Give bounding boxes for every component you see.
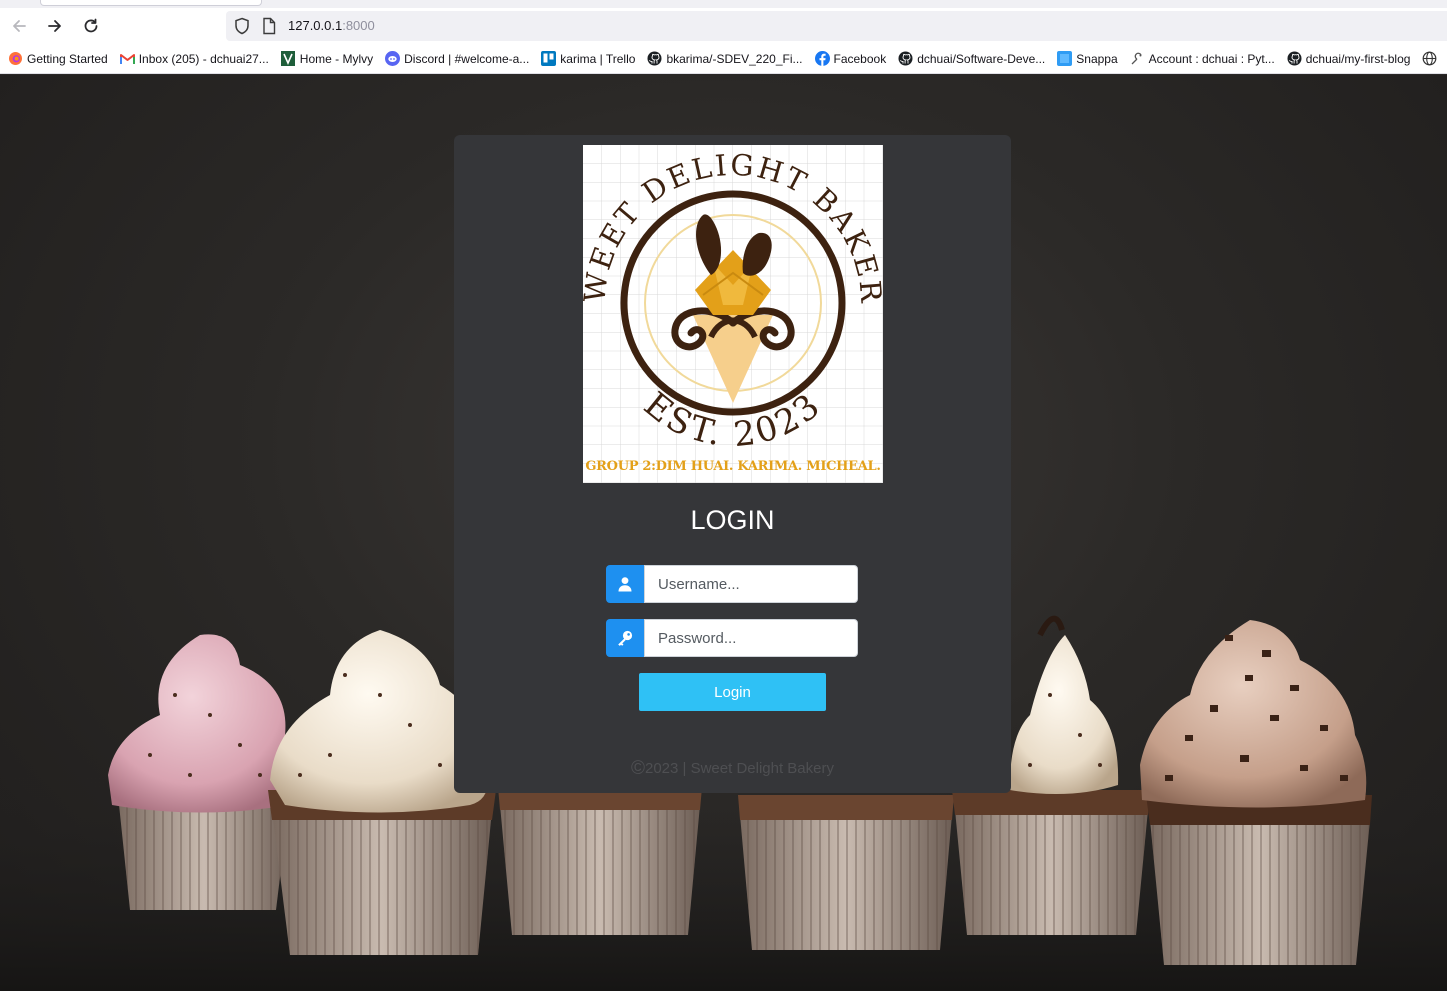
copyright-text: 2023 | Sweet Delight Bakery [644, 760, 834, 777]
login-card: SWEET DELIGHT BAKERY EST. 2023 GR [454, 135, 1011, 793]
password-input[interactable] [644, 619, 858, 657]
bookmark-label: Snappa [1076, 51, 1118, 66]
trello-icon [541, 51, 557, 66]
reload-button[interactable] [80, 15, 102, 37]
bookmark-label: Facebook [833, 51, 887, 66]
forward-button[interactable] [44, 15, 66, 37]
login-button[interactable]: Login [639, 673, 826, 711]
bookmark-snappa[interactable]: Snappa [1057, 51, 1118, 66]
reload-icon [84, 18, 98, 33]
github-icon [898, 51, 913, 66]
key-icon [618, 630, 633, 646]
password-addon [606, 619, 644, 657]
discord-icon [385, 51, 401, 66]
address-bar[interactable]: 127.0.0.1:8000 [226, 11, 1447, 41]
copyright-symbol: © [630, 758, 645, 779]
bookmark-overflow[interactable] [1422, 51, 1441, 66]
bookmark-label: Discord | #welcome-a... [404, 51, 530, 66]
tab-strip [0, 0, 1447, 8]
mylvy-icon [281, 51, 296, 66]
facebook-icon [814, 51, 830, 66]
url-text[interactable]: 127.0.0.1:8000 [288, 18, 375, 33]
password-field [606, 619, 858, 657]
username-addon [606, 565, 644, 603]
bookmark-getting-started[interactable]: Getting Started [8, 51, 108, 66]
username-input[interactable] [644, 565, 858, 603]
bookmark-label: Getting Started [27, 51, 108, 66]
username-field [606, 565, 858, 603]
arrow-right-icon [48, 20, 61, 32]
arrow-left-icon [13, 20, 26, 32]
gmail-icon [119, 51, 135, 66]
tracking-protection-icon[interactable] [234, 17, 250, 39]
user-icon [618, 577, 632, 592]
login-page-background: SWEET DELIGHT BAKERY EST. 2023 GR [0, 75, 1447, 991]
navigation-toolbar: 127.0.0.1:8000 [0, 8, 1447, 44]
login-heading: LOGIN [690, 505, 775, 535]
bookmark-github-dchuai-software[interactable]: dchuai/Software-Deve... [898, 51, 1045, 66]
bakery-logo-graphic: SWEET DELIGHT BAKERY EST. 2023 [583, 145, 883, 483]
github-icon [647, 51, 662, 66]
bookmark-gmail-inbox[interactable]: Inbox (205) - dchuai27... [119, 51, 269, 66]
bookmark-label: karima | Trello [560, 51, 636, 66]
bookmark-facebook[interactable]: Facebook [814, 51, 887, 66]
snappa-icon [1057, 51, 1073, 66]
bookmark-discord[interactable]: Discord | #welcome-a... [385, 51, 529, 66]
bookmark-trello[interactable]: karima | Trello [541, 51, 635, 66]
github-icon [1287, 51, 1302, 66]
bookmark-pythonanywhere[interactable]: Account : dchuai : Pyt... [1130, 51, 1275, 66]
pythonanywhere-icon [1130, 51, 1145, 66]
bookmark-label: Account : dchuai : Pyt... [1148, 51, 1275, 66]
back-button[interactable] [8, 15, 30, 37]
bookmark-mylvy[interactable]: Home - Mylvy [281, 51, 373, 66]
bookmark-label: dchuai/my-first-blog [1305, 51, 1411, 66]
logo-group-members-text: GROUP 2:DIM HUAI. KARIMA. MICHEAL. [585, 459, 881, 474]
copyright-footer: ©2023 | Sweet Delight Bakery [454, 758, 1011, 780]
bookmark-github-dchuai-blog[interactable]: dchuai/my-first-blog [1287, 51, 1411, 66]
bakery-logo: SWEET DELIGHT BAKERY EST. 2023 GR [583, 145, 883, 483]
active-tab[interactable] [40, 0, 262, 6]
globe-icon [1422, 51, 1437, 66]
firefox-icon [8, 51, 23, 66]
bookmark-github-bkarima[interactable]: bkarima/-SDEV_220_Fi... [647, 51, 803, 66]
page-info-icon[interactable] [262, 17, 276, 39]
bookmark-label: Inbox (205) - dchuai27... [138, 51, 269, 66]
bookmark-label: dchuai/Software-Deve... [917, 51, 1046, 66]
bookmark-label: bkarima/-SDEV_220_Fi... [666, 51, 803, 66]
bookmarks-toolbar: Getting Started Inbox (205) - dchuai27..… [0, 44, 1447, 74]
bookmark-label: Home - Mylvy [299, 51, 374, 66]
